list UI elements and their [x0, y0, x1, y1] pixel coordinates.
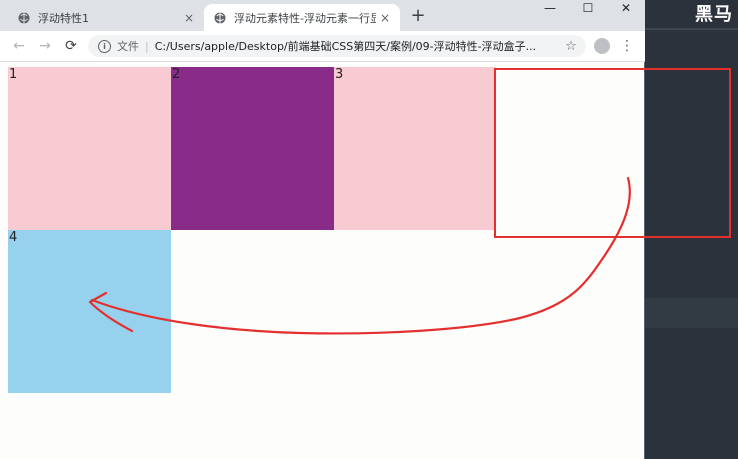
background-strip	[645, 298, 738, 328]
maximize-button[interactable]: ☐	[570, 0, 606, 16]
tab-close-icon[interactable]: ×	[376, 11, 394, 25]
float-box-1: 1	[8, 67, 171, 230]
tab-floating-features-1[interactable]: 浮动特性1 ×	[8, 4, 204, 31]
background-divider	[645, 28, 738, 30]
address-separator: |	[145, 39, 149, 53]
browser-window: 浮动特性1 × 浮动元素特性-浮动元素一行显示 × + — ☐ ✕ ← → ⟳ …	[0, 0, 645, 459]
address-url[interactable]: C:/Users/apple/Desktop/前端基础CSS第四天/案例/09-…	[155, 38, 562, 54]
address-scheme-label: 文件	[117, 40, 139, 53]
back-arrow-icon[interactable]: ←	[10, 37, 28, 55]
reload-icon[interactable]: ⟳	[62, 37, 80, 55]
profile-avatar[interactable]	[594, 38, 610, 54]
tab-close-icon[interactable]: ×	[180, 11, 198, 25]
info-icon[interactable]: i	[98, 39, 111, 53]
close-window-button[interactable]: ✕	[608, 0, 644, 16]
tab-bar: 浮动特性1 × 浮动元素特性-浮动元素一行显示 × + — ☐ ✕	[0, 0, 645, 31]
menu-icon[interactable]: ⋮	[620, 37, 634, 55]
float-box-3: 3	[334, 67, 496, 230]
bookmark-star-icon[interactable]: ☆	[562, 39, 580, 54]
background-app: 黑马	[645, 0, 738, 459]
tab-floating-element-features[interactable]: 浮动元素特性-浮动元素一行显示 ×	[204, 4, 400, 31]
browser-toolbar: ← → ⟳ i 文件 | C:/Users/apple/Desktop/前端基础…	[0, 31, 645, 62]
globe-icon	[214, 12, 226, 23]
float-box-2: 2	[171, 67, 334, 230]
page-viewport: 1 2 3 4	[0, 62, 644, 459]
tab-title: 浮动特性1	[38, 11, 89, 25]
address-bar[interactable]: i 文件 | C:/Users/apple/Desktop/前端基础CSS第四天…	[88, 35, 586, 57]
new-tab-button[interactable]: +	[408, 6, 428, 26]
float-box-4: 4	[8, 230, 171, 393]
tab-title: 浮动元素特性-浮动元素一行显示	[234, 11, 376, 25]
forward-arrow-icon[interactable]: →	[36, 37, 54, 55]
minimize-button[interactable]: —	[532, 0, 568, 16]
globe-icon	[18, 12, 30, 23]
background-app-title: 黑马	[695, 4, 733, 25]
